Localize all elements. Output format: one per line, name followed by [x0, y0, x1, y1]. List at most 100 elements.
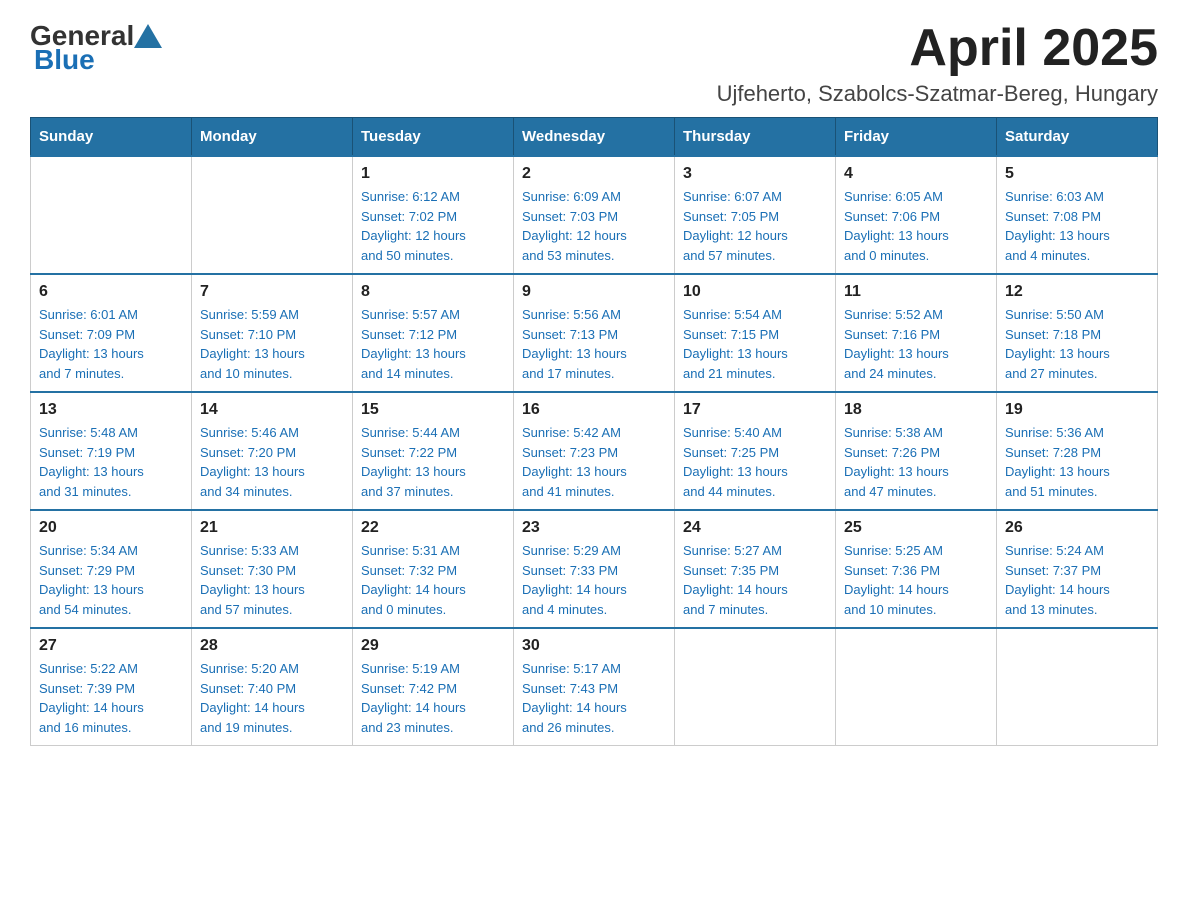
calendar-cell-w3-d2: 14 Sunrise: 5:46 AMSunset: 7:20 PMDayligh… — [192, 392, 353, 510]
day-number: 7 — [200, 283, 344, 301]
logo-triangle-icon — [134, 24, 162, 48]
day-info: Sunrise: 6:05 AMSunset: 7:06 PMDaylight:… — [844, 187, 988, 265]
week-row-3: 13 Sunrise: 5:48 AMSunset: 7:19 PMDayligh… — [31, 392, 1158, 510]
weekday-header-wednesday: Wednesday — [514, 118, 675, 157]
day-number: 14 — [200, 401, 344, 419]
calendar-cell-w3-d7: 19 Sunrise: 5:36 AMSunset: 7:28 PMDayligh… — [997, 392, 1158, 510]
day-info: Sunrise: 5:48 AMSunset: 7:19 PMDaylight:… — [39, 423, 183, 501]
day-number: 13 — [39, 401, 183, 419]
day-number: 3 — [683, 165, 827, 183]
day-number: 1 — [361, 165, 505, 183]
calendar-cell-w5-d7 — [997, 628, 1158, 746]
calendar-cell-w2-d5: 10 Sunrise: 5:54 AMSunset: 7:15 PMDayligh… — [675, 274, 836, 392]
day-number: 25 — [844, 519, 988, 537]
week-row-1: 1Sunrise: 6:12 AMSunset: 7:02 PMDaylight… — [31, 156, 1158, 274]
day-number: 16 — [522, 401, 666, 419]
day-info: Sunrise: 5:34 AMSunset: 7:29 PMDaylight:… — [39, 541, 183, 619]
day-number: 18 — [844, 401, 988, 419]
calendar-cell-w1-d2 — [192, 156, 353, 274]
calendar-cell-w1-d1 — [31, 156, 192, 274]
calendar-cell-w3-d5: 17 Sunrise: 5:40 AMSunset: 7:25 PMDayligh… — [675, 392, 836, 510]
day-number: 22 — [361, 519, 505, 537]
day-number: 21 — [200, 519, 344, 537]
calendar-cell-w5-d6 — [836, 628, 997, 746]
day-number: 17 — [683, 401, 827, 419]
day-info: Sunrise: 5:33 AMSunset: 7:30 PMDaylight:… — [200, 541, 344, 619]
calendar-cell-w1-d3: 1Sunrise: 6:12 AMSunset: 7:02 PMDaylight… — [353, 156, 514, 274]
week-row-5: 27 Sunrise: 5:22 AMSunset: 7:39 PMDayligh… — [31, 628, 1158, 746]
weekday-header-saturday: Saturday — [997, 118, 1158, 157]
day-number: 29 — [361, 637, 505, 655]
day-info: Sunrise: 5:25 AMSunset: 7:36 PMDaylight:… — [844, 541, 988, 619]
day-number: 12 — [1005, 283, 1149, 301]
calendar-cell-w2-d4: 9 Sunrise: 5:56 AMSunset: 7:13 PMDaylight… — [514, 274, 675, 392]
day-number: 5 — [1005, 165, 1149, 183]
day-info: Sunrise: 5:27 AMSunset: 7:35 PMDaylight:… — [683, 541, 827, 619]
day-number: 4 — [844, 165, 988, 183]
day-info: Sunrise: 6:03 AMSunset: 7:08 PMDaylight:… — [1005, 187, 1149, 265]
calendar-cell-w3-d1: 13 Sunrise: 5:48 AMSunset: 7:19 PMDayligh… — [31, 392, 192, 510]
day-info: Sunrise: 5:19 AMSunset: 7:42 PMDaylight:… — [361, 659, 505, 737]
day-number: 19 — [1005, 401, 1149, 419]
day-number: 6 — [39, 283, 183, 301]
day-number: 23 — [522, 519, 666, 537]
calendar-cell-w4-d6: 25 Sunrise: 5:25 AMSunset: 7:36 PMDayligh… — [836, 510, 997, 628]
calendar-cell-w4-d2: 21 Sunrise: 5:33 AMSunset: 7:30 PMDayligh… — [192, 510, 353, 628]
weekday-header-monday: Monday — [192, 118, 353, 157]
week-row-2: 6 Sunrise: 6:01 AMSunset: 7:09 PMDaylight… — [31, 274, 1158, 392]
day-info: Sunrise: 5:31 AMSunset: 7:32 PMDaylight:… — [361, 541, 505, 619]
day-number: 28 — [200, 637, 344, 655]
calendar-cell-w1-d6: 4 Sunrise: 6:05 AMSunset: 7:06 PMDaylight… — [836, 156, 997, 274]
day-number: 26 — [1005, 519, 1149, 537]
calendar-cell-w2-d2: 7 Sunrise: 5:59 AMSunset: 7:10 PMDaylight… — [192, 274, 353, 392]
day-info: Sunrise: 5:42 AMSunset: 7:23 PMDaylight:… — [522, 423, 666, 501]
day-info: Sunrise: 5:54 AMSunset: 7:15 PMDaylight:… — [683, 305, 827, 383]
day-info: Sunrise: 5:46 AMSunset: 7:20 PMDaylight:… — [200, 423, 344, 501]
day-info: Sunrise: 5:59 AMSunset: 7:10 PMDaylight:… — [200, 305, 344, 383]
day-info: Sunrise: 5:17 AMSunset: 7:43 PMDaylight:… — [522, 659, 666, 737]
calendar-cell-w5-d1: 27 Sunrise: 5:22 AMSunset: 7:39 PMDayligh… — [31, 628, 192, 746]
calendar-cell-w5-d5 — [675, 628, 836, 746]
day-number: 10 — [683, 283, 827, 301]
location-subtitle: Ujfeherto, Szabolcs-Szatmar-Bereg, Hunga… — [717, 81, 1158, 107]
calendar-cell-w3-d3: 15Sunrise: 5:44 AMSunset: 7:22 PMDayligh… — [353, 392, 514, 510]
logo: General Blue — [30, 20, 162, 76]
day-info: Sunrise: 5:22 AMSunset: 7:39 PMDaylight:… — [39, 659, 183, 737]
page-header: General Blue April 2025 Ujfeherto, Szabo… — [30, 20, 1158, 107]
day-info: Sunrise: 6:09 AMSunset: 7:03 PMDaylight:… — [522, 187, 666, 265]
calendar-cell-w4-d5: 24Sunrise: 5:27 AMSunset: 7:35 PMDayligh… — [675, 510, 836, 628]
day-number: 11 — [844, 283, 988, 301]
day-number: 27 — [39, 637, 183, 655]
calendar-cell-w1-d5: 3Sunrise: 6:07 AMSunset: 7:05 PMDaylight… — [675, 156, 836, 274]
calendar-cell-w4-d4: 23Sunrise: 5:29 AMSunset: 7:33 PMDayligh… — [514, 510, 675, 628]
calendar-cell-w3-d6: 18Sunrise: 5:38 AMSunset: 7:26 PMDayligh… — [836, 392, 997, 510]
calendar-cell-w2-d6: 11 Sunrise: 5:52 AMSunset: 7:16 PMDayligh… — [836, 274, 997, 392]
calendar-cell-w5-d3: 29 Sunrise: 5:19 AMSunset: 7:42 PMDayligh… — [353, 628, 514, 746]
weekday-header-tuesday: Tuesday — [353, 118, 514, 157]
weekday-header-thursday: Thursday — [675, 118, 836, 157]
weekday-header-friday: Friday — [836, 118, 997, 157]
month-title: April 2025 — [717, 20, 1158, 77]
day-number: 8 — [361, 283, 505, 301]
calendar-cell-w2-d1: 6 Sunrise: 6:01 AMSunset: 7:09 PMDaylight… — [31, 274, 192, 392]
calendar-cell-w4-d3: 22 Sunrise: 5:31 AMSunset: 7:32 PMDayligh… — [353, 510, 514, 628]
day-info: Sunrise: 5:56 AMSunset: 7:13 PMDaylight:… — [522, 305, 666, 383]
day-info: Sunrise: 5:52 AMSunset: 7:16 PMDaylight:… — [844, 305, 988, 383]
calendar-cell-w5-d2: 28 Sunrise: 5:20 AMSunset: 7:40 PMDayligh… — [192, 628, 353, 746]
day-number: 9 — [522, 283, 666, 301]
title-area: April 2025 Ujfeherto, Szabolcs-Szatmar-B… — [717, 20, 1158, 107]
calendar-cell-w2-d7: 12 Sunrise: 5:50 AMSunset: 7:18 PMDayligh… — [997, 274, 1158, 392]
day-info: Sunrise: 6:01 AMSunset: 7:09 PMDaylight:… — [39, 305, 183, 383]
day-number: 2 — [522, 165, 666, 183]
day-info: Sunrise: 5:20 AMSunset: 7:40 PMDaylight:… — [200, 659, 344, 737]
calendar-cell-w1-d4: 2 Sunrise: 6:09 AMSunset: 7:03 PMDaylight… — [514, 156, 675, 274]
calendar-cell-w1-d7: 5 Sunrise: 6:03 AMSunset: 7:08 PMDaylight… — [997, 156, 1158, 274]
logo-blue-text: Blue — [34, 44, 95, 76]
day-info: Sunrise: 5:50 AMSunset: 7:18 PMDaylight:… — [1005, 305, 1149, 383]
calendar-cell-w2-d3: 8Sunrise: 5:57 AMSunset: 7:12 PMDaylight… — [353, 274, 514, 392]
day-info: Sunrise: 5:40 AMSunset: 7:25 PMDaylight:… — [683, 423, 827, 501]
day-info: Sunrise: 5:36 AMSunset: 7:28 PMDaylight:… — [1005, 423, 1149, 501]
calendar-cell-w5-d4: 30Sunrise: 5:17 AMSunset: 7:43 PMDayligh… — [514, 628, 675, 746]
week-row-4: 20 Sunrise: 5:34 AMSunset: 7:29 PMDayligh… — [31, 510, 1158, 628]
day-number: 20 — [39, 519, 183, 537]
